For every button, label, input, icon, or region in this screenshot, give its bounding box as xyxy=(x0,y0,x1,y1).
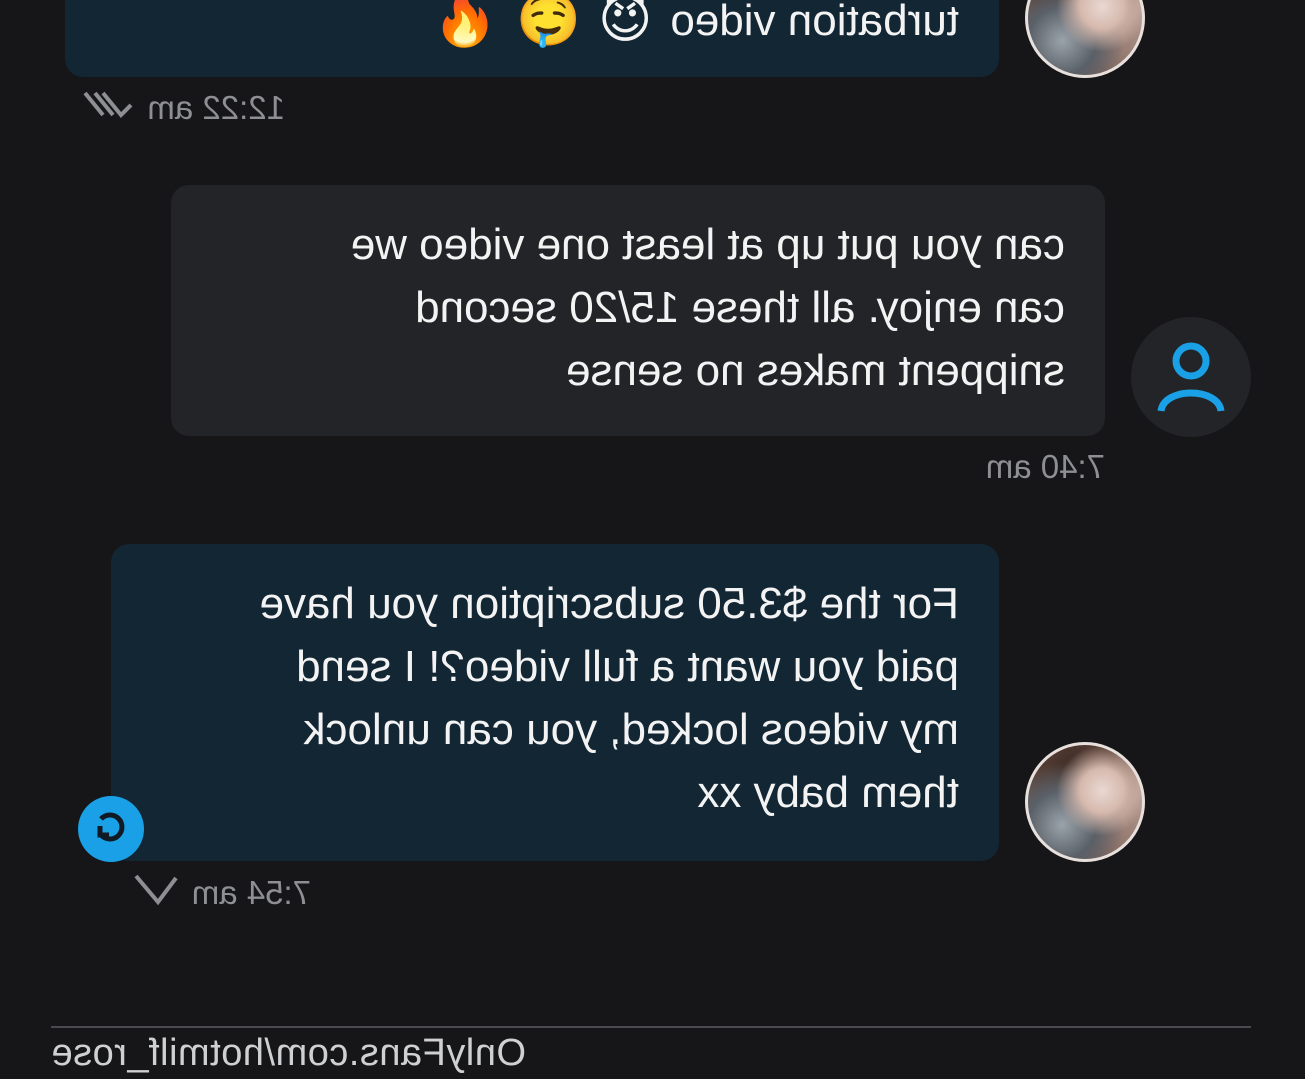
emoji-smiling-devil: 😈 xyxy=(598,0,653,49)
emoji-fire: 🔥 xyxy=(432,0,498,49)
check-icon xyxy=(134,872,178,914)
message-time-2: 7:40 am xyxy=(986,448,1105,486)
message-line: For the $3.50 subscription you have xyxy=(259,579,959,628)
creator-avatar[interactable] xyxy=(1025,742,1145,862)
message-line: can enjoy. all these 15/20 second xyxy=(415,283,1065,332)
emoji-drooling-face: 🤤 xyxy=(515,0,581,49)
message-line: my videos locked, you can unlock xyxy=(303,705,959,754)
chat-screen: turbation video 😈 🤤 🔥 12:22 am can you p… xyxy=(0,0,1305,1079)
message-time-3: 7:54 am xyxy=(134,872,311,914)
message-time-1: 12:22 am xyxy=(81,88,285,128)
timestamp: 12:22 am xyxy=(147,89,285,126)
reply-arrow-icon xyxy=(91,807,131,852)
message-line: snippent makes no sense xyxy=(566,346,1065,395)
creator-avatar[interactable] xyxy=(1025,0,1145,78)
message-line: paid you want a full video?! I send xyxy=(296,642,959,691)
watermark: OnlyFans.com/hotmilf_rose xyxy=(51,1026,1251,1074)
timestamp: 7:40 am xyxy=(985,448,1105,485)
message-line: can you put up at least one video we xyxy=(350,220,1065,269)
fan-avatar[interactable] xyxy=(1131,317,1251,437)
message-text: turbation video xyxy=(670,0,959,45)
timestamp: 7:54 am xyxy=(191,874,311,911)
double-check-icon xyxy=(81,88,133,128)
watermark-text: OnlyFans.com/hotmilf_rose xyxy=(51,1032,526,1074)
message-bubble-2: can you put up at least one video we can… xyxy=(171,185,1105,436)
message-bubble-3: For the $3.50 subscription you have paid… xyxy=(111,544,999,861)
message-line: them baby xx xyxy=(697,768,959,817)
message-bubble-1: turbation video 😈 🤤 🔥 xyxy=(65,0,999,77)
user-icon xyxy=(1156,335,1226,420)
reply-button[interactable] xyxy=(78,796,144,862)
